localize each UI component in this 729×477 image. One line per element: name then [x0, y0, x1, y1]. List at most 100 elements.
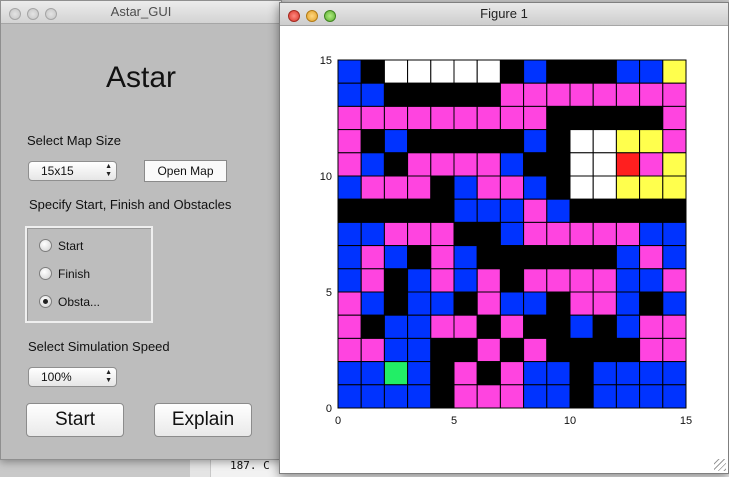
grid-cell: [592, 384, 617, 409]
radio-finish[interactable]: Finish: [39, 266, 90, 282]
grid-cell: [430, 129, 455, 154]
radio-start[interactable]: Start: [39, 238, 83, 254]
open-map-button[interactable]: Open Map: [144, 160, 227, 182]
start-button[interactable]: Start: [26, 403, 124, 437]
grid-cell: [360, 175, 385, 200]
speed-label: Select Simulation Speed: [28, 339, 170, 354]
grid-cell: [499, 129, 525, 154]
grid-cell: [615, 175, 641, 200]
grid-cell: [615, 245, 641, 270]
grid-cell: [523, 268, 548, 293]
grid-cell: [639, 105, 664, 131]
close-window-icon[interactable]: [288, 10, 300, 22]
grid-cell: [360, 291, 385, 316]
minimize-window-icon[interactable]: [306, 10, 318, 22]
grid-cell: [499, 361, 525, 386]
grid-cell: [569, 268, 594, 293]
grid-cell: [337, 152, 362, 177]
grid-cell: [360, 82, 385, 107]
radio-button-selected-icon[interactable]: [39, 295, 52, 309]
grid-cell: [407, 361, 432, 386]
resize-grip-icon[interactable]: [714, 459, 726, 471]
grid-cell: [662, 82, 687, 107]
point-type-panel: Start Finish Obsta...: [25, 226, 153, 323]
grid-cell: [383, 129, 409, 154]
grid-cell: [639, 245, 664, 270]
grid-cell: [639, 129, 664, 154]
minimize-window-icon[interactable]: [27, 8, 39, 20]
grid-cell: [546, 337, 571, 363]
grid-cell: [662, 198, 687, 223]
grid-cell: [499, 268, 525, 293]
grid-cell: [407, 291, 432, 316]
grid-cell: [499, 82, 525, 107]
grid-cell: [476, 314, 501, 339]
explain-button[interactable]: Explain: [154, 403, 252, 437]
grid-cell: [569, 221, 594, 247]
grid-cell: [569, 82, 594, 107]
grid-cell: [546, 82, 571, 107]
plot-area: 0 5 10 15 0 5 10 15: [280, 26, 728, 473]
grid-cell: [592, 105, 617, 131]
grid-cell: [383, 268, 409, 293]
y-tick-label: 0: [326, 403, 332, 415]
grid-map-chart[interactable]: 0 5 10 15 0 5 10 15: [280, 26, 728, 473]
astar-titlebar: Astar_GUI: [1, 1, 281, 24]
grid-cell: [453, 82, 478, 107]
grid-cell: [662, 105, 687, 131]
grid-cell: [639, 59, 664, 84]
grid-cell: [639, 384, 664, 409]
map-size-label: Select Map Size: [27, 133, 121, 148]
grid-cell: [360, 245, 385, 270]
grid-cell: [476, 82, 501, 107]
grid-cell: [360, 152, 385, 177]
radio-obstacle[interactable]: Obsta...: [39, 294, 100, 310]
specify-label: Specify Start, Finish and Obstacles: [29, 197, 232, 212]
grid-cell: [569, 314, 594, 339]
grid-cell: [615, 59, 641, 84]
grid-cell: [569, 384, 594, 409]
grid-cell: [546, 221, 571, 247]
grid-cell: [430, 384, 455, 409]
grid-cell: [337, 361, 362, 386]
grid-cell: [569, 129, 594, 154]
grid-cell: [546, 245, 571, 270]
grid-cell: [523, 361, 548, 386]
zoom-window-icon[interactable]: [324, 10, 336, 22]
grid-cell: [546, 361, 571, 386]
x-tick-label: 0: [335, 415, 341, 427]
editor-line-text: 187. C: [230, 459, 270, 472]
grid-cell: [453, 314, 478, 339]
grid-cell: [360, 361, 385, 386]
speed-popup[interactable]: 100% ▲ ▼: [28, 367, 117, 387]
grid-cell: [499, 152, 525, 177]
grid-cell: [476, 361, 501, 386]
grid-cell: [360, 314, 385, 339]
grid-cell: [615, 314, 641, 339]
map-size-popup[interactable]: 15x15 ▲ ▼: [28, 161, 117, 181]
grid-cell: [407, 59, 432, 84]
radio-button-icon[interactable]: [39, 239, 52, 253]
grid-cell: [523, 245, 548, 270]
grid-cell: [430, 361, 455, 386]
grid-cell: [337, 314, 362, 339]
grid-cell: [592, 245, 617, 270]
grid-cell: [453, 361, 478, 386]
grid-cell: [615, 198, 641, 223]
grid-cell: [546, 129, 571, 154]
grid-cell: [523, 221, 548, 247]
grid-cell: [592, 221, 617, 247]
radio-button-icon[interactable]: [39, 267, 52, 281]
grid-cell: [337, 268, 362, 293]
grid-cell: [615, 152, 641, 177]
grid-cell: [337, 59, 362, 84]
grid-cell: [523, 82, 548, 107]
grid-cell: [476, 291, 501, 316]
grid-cell: [360, 129, 385, 154]
y-tick-label: 5: [326, 287, 332, 299]
zoom-window-icon[interactable]: [45, 8, 57, 20]
grid-cell: [523, 175, 548, 200]
close-window-icon[interactable]: [9, 8, 21, 20]
grid-cell: [453, 384, 478, 409]
grid-cell: [569, 245, 594, 270]
